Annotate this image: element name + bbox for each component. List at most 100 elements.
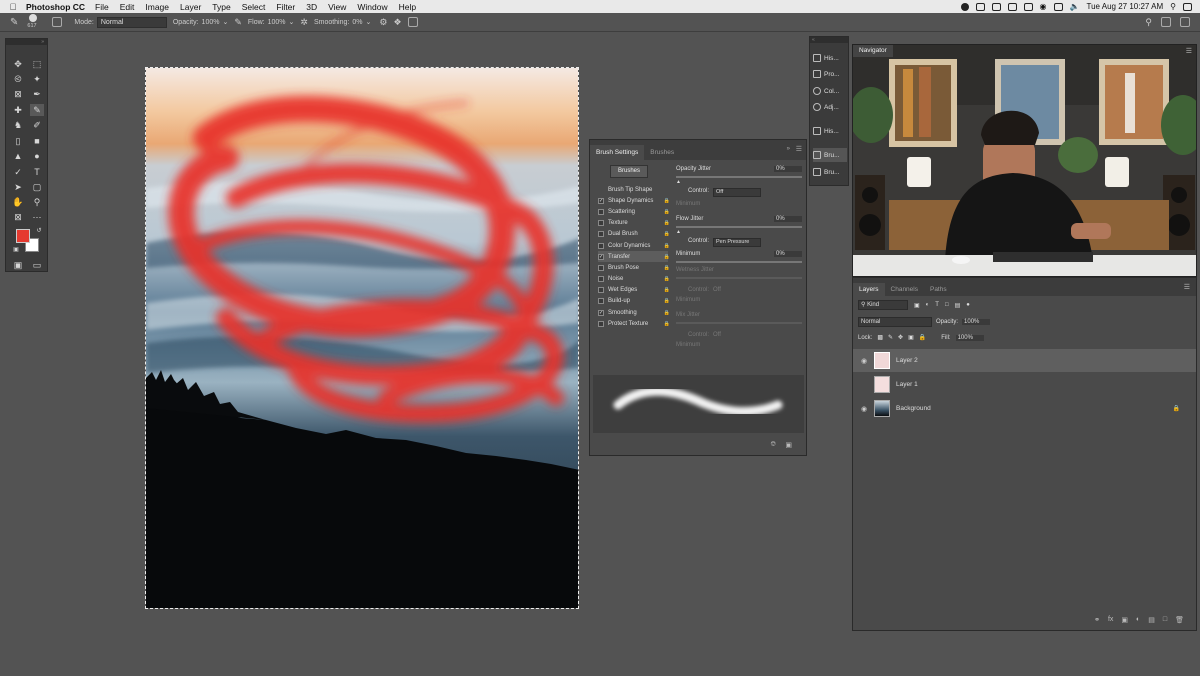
dropbox-icon[interactable] [1007, 2, 1017, 11]
wifi-icon[interactable]: ◉ [1040, 2, 1047, 11]
messages-icon[interactable] [991, 2, 1001, 11]
quick-mask-icon[interactable]: ▣ [11, 259, 25, 271]
lasso-tool-icon[interactable]: ⧀ [11, 73, 25, 85]
item-texture[interactable]: Texture 🔒 [598, 218, 670, 229]
layers-menu-icon[interactable]: ☰ [1184, 283, 1190, 291]
flow-value[interactable]: 100% [268, 19, 286, 26]
healing-brush-tool-icon[interactable]: ✚ [11, 104, 25, 116]
checkbox[interactable] [598, 208, 604, 215]
crop-tool-icon[interactable]: ⊠ [11, 88, 25, 100]
lock-icon[interactable]: 🔒 [664, 265, 670, 271]
menu-help[interactable]: Help [399, 2, 416, 12]
item-smoothing[interactable]: ✓ Smoothing 🔒 [598, 307, 670, 318]
tab-channels[interactable]: Channels [885, 283, 924, 296]
menu-type[interactable]: Type [212, 2, 230, 12]
navigator-menu-icon[interactable]: ☰ [1186, 47, 1192, 55]
flow-jitter-slider[interactable] [676, 226, 802, 228]
document-canvas[interactable] [145, 67, 579, 609]
clone-stamp-tool-icon[interactable]: ♞ [11, 119, 25, 131]
lock-icon[interactable]: 🔒 [664, 231, 670, 237]
item-noise[interactable]: Noise 🔒 [598, 274, 670, 285]
airplay-icon[interactable] [1053, 2, 1063, 11]
item-brush-tip-shape[interactable]: Brush Tip Shape [598, 184, 668, 195]
checkbox[interactable] [598, 220, 604, 227]
dock-collapse-icon[interactable]: « [810, 37, 848, 43]
spotlight-icon[interactable]: ⚲ [1170, 2, 1176, 11]
layer-row-layer-1[interactable]: Layer 1 [853, 373, 1196, 396]
menu-image[interactable]: Image [145, 2, 169, 12]
checkbox[interactable]: ✓ [598, 253, 604, 260]
menu-extra-icon[interactable] [1023, 2, 1033, 11]
flow-jitter-value[interactable]: 0% [774, 216, 802, 222]
checkbox[interactable]: ✓ [598, 197, 604, 204]
filter-adjustment-icon[interactable]: ◐ [926, 302, 930, 308]
checkbox[interactable] [598, 287, 604, 294]
checkbox[interactable] [598, 264, 604, 271]
fill-value[interactable]: 100% [955, 334, 984, 341]
item-shape-dynamics[interactable]: ✓ Shape Dynamics 🔒 [598, 195, 670, 206]
marquee-tool-icon[interactable]: ⬚ [30, 58, 44, 70]
opacity-jitter-value[interactable]: 0% [774, 166, 802, 172]
control2-select[interactable]: Pen Pressure [713, 238, 762, 247]
filter-pixel-icon[interactable]: ▣ [914, 302, 920, 309]
lock-all-icon[interactable]: 🔒 [919, 334, 926, 341]
preview-toggle-icon[interactable]: ⎊ [770, 441, 776, 449]
dock-brush-settings[interactable]: Bru... [813, 148, 847, 162]
item-protect-texture[interactable]: Protect Texture 🔒 [598, 318, 670, 329]
menu-edit[interactable]: Edit [120, 2, 135, 12]
lock-icon[interactable]: 🔒 [664, 209, 670, 215]
path-selection-tool-icon[interactable]: ➤ [11, 181, 25, 193]
gradient-tool-icon[interactable]: ■ [30, 135, 44, 147]
menu-view[interactable]: View [328, 2, 346, 12]
dock-adjustments[interactable]: Adj... [813, 100, 847, 114]
menu-select[interactable]: Select [242, 2, 266, 12]
lock-icon[interactable]: 🔒 [664, 220, 670, 226]
delete-layer-icon[interactable]: 🗑 [1175, 616, 1184, 624]
smoothing-options-gear-icon[interactable]: ⚙ [379, 17, 387, 28]
lock-icon[interactable]: 🔒 [664, 276, 670, 282]
item-brush-pose[interactable]: Brush Pose 🔒 [598, 262, 670, 273]
item-color-dynamics[interactable]: Color Dynamics 🔒 [598, 240, 670, 251]
dock-brushes[interactable]: Bru... [813, 165, 847, 179]
volume-icon[interactable]: 🔈 [1070, 2, 1080, 11]
flow-dropdown-icon[interactable]: ⌄ [289, 18, 295, 26]
default-colors-icon[interactable]: ▣ [12, 244, 20, 256]
minimum2-slider[interactable] [676, 261, 802, 263]
item-build-up[interactable]: Build-up 🔒 [598, 296, 670, 307]
opacity-jitter-handle-icon[interactable]: ▲ [676, 179, 802, 185]
brush-tool-icon[interactable]: ✎ [10, 17, 18, 28]
magic-wand-tool-icon[interactable]: ✦ [30, 73, 44, 85]
lock-artboard-icon[interactable]: ▣ [908, 334, 914, 341]
mode-select[interactable]: Normal [96, 16, 167, 28]
opacity-dropdown-icon[interactable]: ⌄ [222, 18, 228, 26]
pressure-opacity-icon[interactable]: ✎ [234, 17, 242, 28]
brushes-button[interactable]: Brushes [610, 165, 648, 178]
dock-properties[interactable]: Pro... [813, 67, 847, 81]
brush-preset-picker[interactable]: 617 [24, 13, 46, 31]
filter-kind-select[interactable]: ⚲ Kind [858, 300, 908, 310]
checkbox[interactable] [598, 320, 604, 327]
visibility-eye-icon[interactable]: ◉ [858, 405, 870, 413]
zoom-tool-icon[interactable]: ⚲ [30, 196, 44, 208]
creative-cloud-icon[interactable] [960, 2, 969, 11]
filter-type-icon[interactable]: T [935, 302, 939, 308]
smoothing-dropdown-icon[interactable]: ⌄ [365, 18, 371, 26]
foreground-color-swatch[interactable] [16, 229, 30, 243]
visibility-eye-icon[interactable]: ◉ [858, 357, 870, 365]
opacity-jitter-slider[interactable] [676, 176, 802, 178]
checkbox[interactable] [598, 231, 604, 238]
layer-row-layer-2[interactable]: ◉ Layer 2 [853, 349, 1196, 372]
lock-transparent-icon[interactable]: ▩ [877, 334, 883, 341]
workspace-icon[interactable] [1161, 17, 1171, 27]
new-brush-icon[interactable]: ▣ [785, 441, 792, 449]
layer-opacity-value[interactable]: 100% [962, 319, 991, 325]
pressure-size-icon[interactable]: ❖ [393, 17, 401, 28]
brush-tool-icon-active[interactable]: ✎ [30, 104, 44, 116]
screen-icon[interactable] [975, 2, 985, 11]
lock-icon[interactable]: 🔒 [664, 198, 670, 204]
lock-icon[interactable]: 🔒 [664, 298, 670, 304]
pen-tool-icon[interactable]: ✓ [11, 166, 25, 178]
menu-3d[interactable]: 3D [306, 2, 317, 12]
checkbox[interactable] [598, 298, 604, 305]
filter-shape-icon[interactable]: □ [945, 302, 949, 308]
